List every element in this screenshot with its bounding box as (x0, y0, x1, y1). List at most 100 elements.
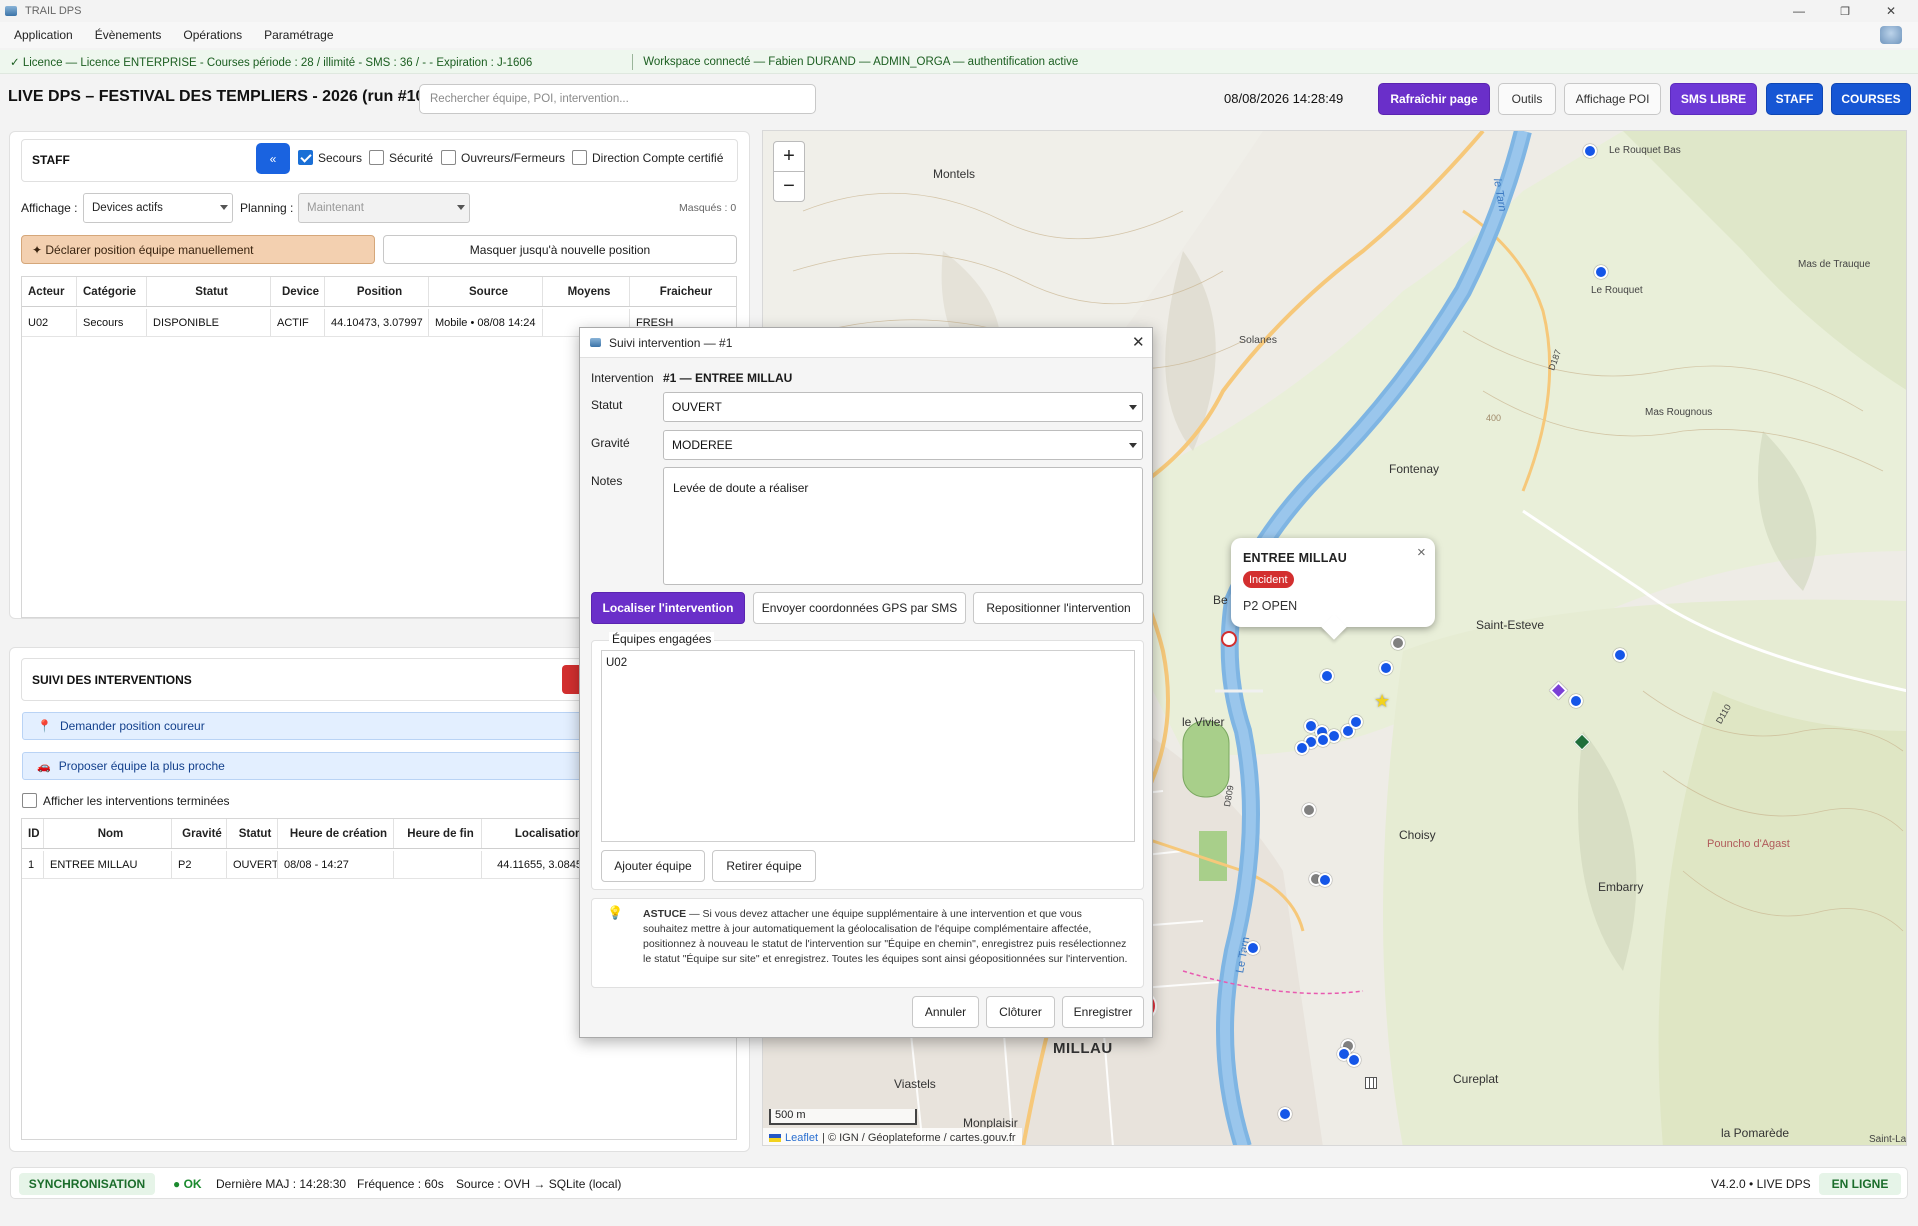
save-button[interactable]: Enregistrer (1062, 996, 1144, 1028)
planning-select[interactable]: Maintenant (298, 193, 470, 223)
ouvreurs-checkbox[interactable] (441, 150, 456, 165)
add-team-button[interactable]: Ajouter équipe (601, 850, 705, 882)
planning-value: Maintenant (307, 202, 364, 214)
map-label-rouquet-bas: Le Rouquet Bas (1609, 145, 1681, 156)
menu-operations[interactable]: Opérations (172, 28, 253, 42)
reposition-intervention-button[interactable]: Repositionner l'intervention (973, 592, 1144, 624)
col-localisation[interactable]: Localisation (482, 819, 582, 848)
col-acteur[interactable]: Acteur (22, 277, 77, 306)
team-marker[interactable] (1246, 941, 1260, 955)
intervention-marker[interactable] (1221, 631, 1237, 647)
col-categorie[interactable]: Catégorie (77, 277, 147, 306)
refresh-page-button[interactable]: Rafraîchir page (1378, 83, 1490, 115)
menu-application[interactable]: Application (0, 28, 84, 42)
team-marker[interactable] (1316, 733, 1330, 747)
sync-frequency: Fréquence : 60s (357, 1177, 444, 1191)
localiser-intervention-button[interactable]: Localiser l'intervention (591, 592, 745, 624)
menu-parametrage[interactable]: Paramétrage (253, 28, 344, 42)
sms-libre-button[interactable]: SMS LIBRE (1670, 83, 1757, 115)
cell-position: 44.10473, 3.07997 (325, 309, 429, 336)
menu-evenements[interactable]: Évènements (84, 28, 173, 42)
cancel-button[interactable]: Annuler (912, 996, 979, 1028)
show-finished-checkbox[interactable] (22, 793, 37, 808)
app-version: V4.2.0 • LIVE DPS (1711, 1177, 1811, 1191)
team-marker[interactable] (1302, 803, 1316, 817)
team-marker[interactable] (1349, 715, 1363, 729)
courses-button[interactable]: COURSES (1831, 83, 1911, 115)
col-fin[interactable]: Heure de fin (394, 819, 482, 848)
col-statut[interactable]: Statut (227, 819, 278, 848)
intervention-value: #1 — ENTREE MILLAU (663, 371, 793, 385)
col-moyens[interactable]: Moyens (543, 277, 630, 306)
team-marker[interactable] (1594, 265, 1608, 279)
col-nom[interactable]: Nom (44, 819, 172, 848)
gravite-label: Gravité (591, 436, 630, 450)
popup-close-icon[interactable]: × (1417, 544, 1426, 561)
star-poi-icon[interactable]: ★ (1374, 691, 1390, 712)
team-marker[interactable] (1569, 694, 1583, 708)
col-gravite[interactable]: Gravité (172, 819, 227, 848)
col-source[interactable]: Source (429, 277, 543, 306)
teams-list[interactable]: U02 (601, 650, 1135, 842)
team-marker[interactable] (1379, 661, 1393, 675)
leaflet-link[interactable]: Leaflet (785, 1132, 818, 1144)
secours-checkbox[interactable] (298, 150, 313, 165)
filter-direction-label: Direction Compte certifié (592, 150, 724, 165)
tools-button[interactable]: Outils (1498, 83, 1556, 115)
poi-display-button[interactable]: Affichage POI (1564, 83, 1661, 115)
hide-until-position-button[interactable]: Masquer jusqu'à nouvelle position (383, 235, 737, 264)
table-row[interactable]: 1 ENTREE MILLAU P2 OUVERT 08/08 - 14:27 … (22, 851, 582, 879)
chevron-down-icon (457, 205, 465, 210)
col-position[interactable]: Position (325, 277, 429, 306)
team-marker[interactable] (1295, 741, 1309, 755)
search-input[interactable] (419, 84, 816, 114)
team-marker[interactable] (1613, 648, 1627, 662)
affichage-select[interactable]: Devices actifs (83, 193, 233, 223)
map-label-pouncho: Pouncho d'Agast (1707, 838, 1790, 850)
col-device[interactable]: Device (271, 277, 325, 306)
collapse-panel-button[interactable]: « (256, 143, 290, 174)
staff-button[interactable]: STAFF (1766, 83, 1823, 115)
dialog-close-icon[interactable]: ✕ (1132, 333, 1145, 351)
team-marker[interactable] (1318, 873, 1332, 887)
map-attribution: Leaflet | © IGN / Géoplateforme / cartes… (763, 1128, 1022, 1145)
team-marker[interactable] (1278, 1107, 1292, 1121)
securite-checkbox[interactable] (369, 150, 384, 165)
send-gps-sms-button[interactable]: Envoyer coordonnées GPS par SMS (753, 592, 966, 624)
statut-select[interactable]: OUVERT (663, 392, 1143, 422)
filter-securite[interactable]: Sécurité (369, 150, 433, 165)
cell-nom: ENTREE MILLAU (44, 851, 172, 878)
show-finished-label: Afficher les interventions terminées (43, 793, 230, 808)
declare-position-button[interactable]: ✦ Déclarer position équipe manuellement (21, 235, 375, 264)
team-marker[interactable] (1347, 1053, 1361, 1067)
maximize-icon[interactable]: ❐ (1822, 0, 1868, 22)
filter-secours[interactable]: Secours (298, 150, 362, 165)
map-label-mas-rougnous: Mas Rougnous (1645, 407, 1713, 418)
close-icon[interactable]: ✕ (1868, 0, 1914, 22)
user-avatar[interactable] (1880, 26, 1902, 44)
gravite-select[interactable]: MODEREE (663, 430, 1143, 460)
col-id[interactable]: ID (22, 819, 44, 848)
request-runner-position[interactable]: 📍 Demander position coureur (22, 712, 582, 740)
sync-ok-status: ● OK (173, 1177, 202, 1191)
list-item[interactable]: U02 (606, 657, 1130, 669)
team-marker[interactable] (1583, 144, 1597, 158)
team-marker[interactable] (1320, 669, 1334, 683)
team-marker[interactable] (1391, 636, 1405, 650)
zoom-in-button[interactable]: + (773, 141, 805, 172)
filter-ouvreurs[interactable]: Ouvreurs/Fermeurs (441, 150, 565, 165)
zoom-out-button[interactable]: − (773, 171, 805, 202)
close-intervention-button[interactable]: Clôturer (986, 996, 1055, 1028)
remove-team-button[interactable]: Retirer équipe (712, 850, 816, 882)
page-title: LIVE DPS – FESTIVAL DES TEMPLIERS - 2026… (8, 88, 430, 105)
col-creation[interactable]: Heure de création (278, 819, 394, 848)
col-statut[interactable]: Statut (147, 277, 271, 306)
minimize-icon[interactable]: — (1776, 0, 1822, 22)
show-finished-toggle[interactable]: Afficher les interventions terminées (22, 793, 230, 808)
col-fraicheur[interactable]: Fraicheur (630, 277, 736, 306)
propose-nearest-team[interactable]: 🚗 Proposer équipe la plus proche (22, 752, 582, 780)
notes-textarea[interactable]: Levée de doute a réaliser (663, 467, 1143, 585)
filter-direction[interactable]: Direction Compte certifié (572, 150, 723, 165)
direction-checkbox[interactable] (572, 150, 587, 165)
status-footer: SYNCHRONISATION ● OK Dernière MAJ : 14:2… (10, 1167, 1908, 1199)
